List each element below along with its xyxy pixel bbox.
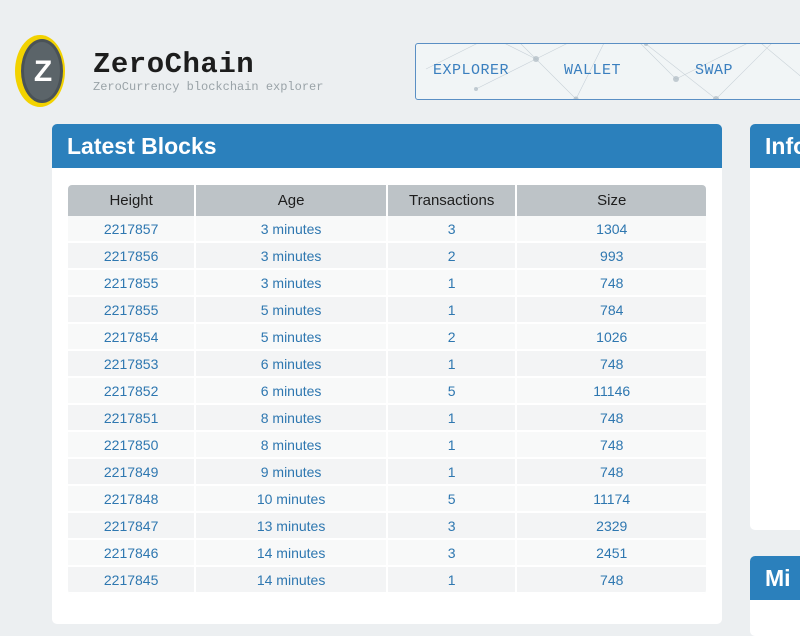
block-transactions[interactable]: 1 <box>387 567 518 594</box>
block-height-link[interactable]: 2217855 <box>68 297 197 324</box>
block-age[interactable]: 3 minutes <box>196 270 388 297</box>
block-size[interactable]: 1304 <box>517 216 706 243</box>
block-height-link[interactable]: 2217851 <box>68 405 197 432</box>
table-row[interactable]: 2217851 8 minutes 1 748 <box>68 405 706 432</box>
table-row[interactable]: 2217855 5 minutes 1 784 <box>68 297 706 324</box>
block-age[interactable]: 8 minutes <box>196 405 388 432</box>
block-height-link[interactable]: 2217852 <box>68 378 197 405</box>
block-size[interactable]: 748 <box>517 567 706 594</box>
block-age[interactable]: 5 minutes <box>196 324 388 351</box>
nav-explorer[interactable]: EXPLORER <box>433 62 509 79</box>
column-header-height: Height <box>68 185 197 216</box>
table-row[interactable]: 2217855 3 minutes 1 748 <box>68 270 706 297</box>
mining-panel-title: Mi <box>750 556 800 600</box>
block-age[interactable]: 8 minutes <box>196 432 388 459</box>
latest-blocks-body: 2217857 3 minutes 3 1304 2217856 3 minutes 2 99… <box>68 216 706 594</box>
block-height-link[interactable]: 2217847 <box>68 513 197 540</box>
table-row[interactable]: 2217848 10 minutes 5 11174 <box>68 486 706 513</box>
nav-wallet[interactable]: WALLET <box>564 62 621 79</box>
block-transactions[interactable]: 5 <box>387 378 518 405</box>
zerochain-logo[interactable]: Z <box>14 34 66 108</box>
block-height-link[interactable]: 2217849 <box>68 459 197 486</box>
column-header-transactions: Transactions <box>387 185 518 216</box>
block-size[interactable]: 748 <box>517 432 706 459</box>
block-transactions[interactable]: 1 <box>387 297 518 324</box>
block-transactions[interactable]: 5 <box>387 486 518 513</box>
block-transactions[interactable]: 1 <box>387 270 518 297</box>
table-row[interactable]: 2217845 14 minutes 1 748 <box>68 567 706 594</box>
block-size[interactable]: 748 <box>517 459 706 486</box>
table-row[interactable]: 2217856 3 minutes 2 993 <box>68 243 706 270</box>
block-age[interactable]: 14 minutes <box>196 567 388 594</box>
table-row[interactable]: 2217849 9 minutes 1 748 <box>68 459 706 486</box>
block-age[interactable]: 9 minutes <box>196 459 388 486</box>
block-height-link[interactable]: 2217846 <box>68 540 197 567</box>
block-age[interactable]: 14 minutes <box>196 540 388 567</box>
info-panel: Info <box>750 124 800 530</box>
block-transactions[interactable]: 2 <box>387 324 518 351</box>
column-header-age: Age <box>196 185 388 216</box>
block-age[interactable]: 6 minutes <box>196 378 388 405</box>
block-transactions[interactable]: 3 <box>387 540 518 567</box>
table-row[interactable]: 2217854 5 minutes 2 1026 <box>68 324 706 351</box>
block-size[interactable]: 11174 <box>517 486 706 513</box>
block-age[interactable]: 5 minutes <box>196 297 388 324</box>
block-height-link[interactable]: 2217855 <box>68 270 197 297</box>
logo-letter: Z <box>34 55 52 88</box>
block-height-link[interactable]: 2217848 <box>68 486 197 513</box>
info-panel-title: Info <box>750 124 800 168</box>
block-size[interactable]: 748 <box>517 405 706 432</box>
block-transactions[interactable]: 3 <box>387 216 518 243</box>
brand-title: ZeroChain <box>93 48 255 81</box>
latest-blocks-table: Height Age Transactions Size 2217857 3 mi… <box>68 185 706 594</box>
table-row[interactable]: 2217847 13 minutes 3 2329 <box>68 513 706 540</box>
block-age[interactable]: 13 minutes <box>196 513 388 540</box>
block-transactions[interactable]: 1 <box>387 459 518 486</box>
block-size[interactable]: 2329 <box>517 513 706 540</box>
block-size[interactable]: 1026 <box>517 324 706 351</box>
block-size[interactable]: 784 <box>517 297 706 324</box>
block-size[interactable]: 2451 <box>517 540 706 567</box>
block-height-link[interactable]: 2217854 <box>68 324 197 351</box>
block-size[interactable]: 748 <box>517 351 706 378</box>
latest-blocks-panel: Latest Blocks Height Age Transactions Si… <box>52 124 722 624</box>
block-height-link[interactable]: 2217856 <box>68 243 197 270</box>
block-transactions[interactable]: 1 <box>387 432 518 459</box>
table-row[interactable]: 2217857 3 minutes 3 1304 <box>68 216 706 243</box>
block-size[interactable]: 11146 <box>517 378 706 405</box>
block-age[interactable]: 3 minutes <box>196 216 388 243</box>
block-height-link[interactable]: 2217857 <box>68 216 197 243</box>
table-row[interactable]: 2217846 14 minutes 3 2451 <box>68 540 706 567</box>
block-size[interactable]: 748 <box>517 270 706 297</box>
block-height-link[interactable]: 2217850 <box>68 432 197 459</box>
nav-swap[interactable]: SWAP <box>695 62 733 79</box>
latest-blocks-title: Latest Blocks <box>52 124 722 168</box>
brand-subtitle: ZeroCurrency blockchain explorer <box>93 80 324 94</box>
mining-panel: Mi <box>750 556 800 636</box>
block-age[interactable]: 6 minutes <box>196 351 388 378</box>
block-transactions[interactable]: 1 <box>387 405 518 432</box>
main-nav: EXPLORER WALLET SWAP <box>415 43 800 100</box>
table-row[interactable]: 2217850 8 minutes 1 748 <box>68 432 706 459</box>
table-row[interactable]: 2217852 6 minutes 5 11146 <box>68 378 706 405</box>
block-transactions[interactable]: 3 <box>387 513 518 540</box>
block-age[interactable]: 10 minutes <box>196 486 388 513</box>
block-size[interactable]: 993 <box>517 243 706 270</box>
table-header-row: Height Age Transactions Size <box>68 185 706 216</box>
block-transactions[interactable]: 1 <box>387 351 518 378</box>
block-height-link[interactable]: 2217845 <box>68 567 197 594</box>
block-transactions[interactable]: 2 <box>387 243 518 270</box>
block-height-link[interactable]: 2217853 <box>68 351 197 378</box>
block-age[interactable]: 3 minutes <box>196 243 388 270</box>
table-row[interactable]: 2217853 6 minutes 1 748 <box>68 351 706 378</box>
column-header-size: Size <box>517 185 706 216</box>
